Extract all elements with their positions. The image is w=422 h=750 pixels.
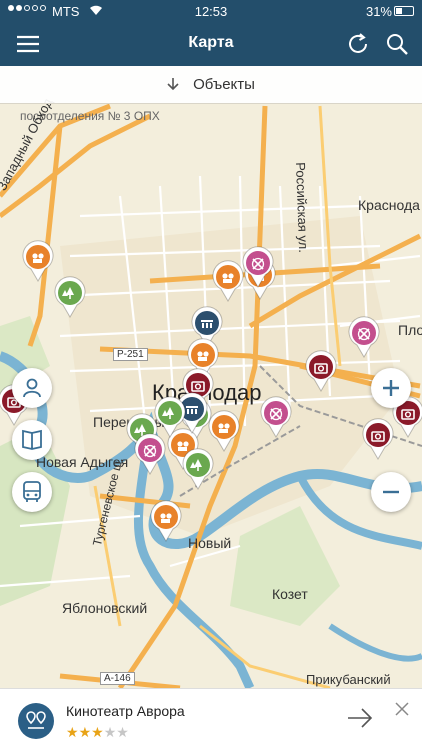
battery-icon (394, 6, 414, 16)
search-icon (387, 34, 408, 55)
map-label-novy: Новый (188, 535, 232, 551)
minus-icon (383, 490, 399, 494)
arrow-right-icon (348, 708, 373, 728)
map-pin-cinema[interactable] (207, 410, 241, 452)
map-pin-cinema[interactable] (21, 240, 55, 282)
place-logo-icon (18, 703, 54, 739)
person-icon (23, 378, 41, 398)
person-filter-button[interactable] (12, 368, 52, 408)
down-arrow-icon (167, 78, 179, 91)
book-icon (22, 429, 42, 450)
rating-star: ★ (66, 724, 79, 740)
map-pin-park[interactable] (181, 448, 215, 490)
battery-percent: 31% (365, 4, 392, 19)
place-name: Кинотеатр Аврора (66, 703, 185, 719)
search-button[interactable] (381, 28, 413, 60)
transport-filter-button[interactable] (12, 472, 52, 512)
map-pin-theater[interactable] (133, 433, 167, 475)
map-pin-park[interactable] (153, 396, 187, 438)
close-icon (395, 702, 409, 716)
map-pin-museum[interactable] (304, 350, 338, 392)
map-label-plo: Пло (398, 322, 422, 338)
map-label-prikubansky: Прикубанский (306, 672, 391, 687)
close-card-button[interactable] (394, 701, 410, 722)
map-pin-cinema[interactable] (211, 260, 245, 302)
map-label-kozet: Козет (272, 586, 308, 602)
map-pin-theater[interactable] (241, 246, 275, 288)
rating-star: ★ (91, 724, 104, 740)
map-label-yablonovsky: Яблоновский (62, 600, 148, 616)
map-label-a146: А-146 (100, 672, 135, 685)
map-view[interactable]: посоотделения № 3 ОПХ Западный Обход Рос… (0, 66, 422, 688)
refresh-button[interactable] (342, 28, 374, 60)
open-place-button[interactable] (346, 707, 374, 734)
rating-stars: ★★★★★ (66, 724, 129, 741)
zoom-out-button[interactable] (371, 472, 411, 512)
clock: 12:53 (194, 4, 228, 19)
bus-icon (23, 481, 41, 502)
objects-filter-label: Объекты (193, 76, 255, 93)
book-filter-button[interactable] (12, 420, 52, 460)
rating-star: ★ (116, 724, 129, 740)
map-pin-museum[interactable] (361, 418, 395, 460)
map-pin-theater[interactable] (259, 396, 293, 438)
map-pin-park[interactable] (53, 276, 87, 318)
app-bar: Карта (0, 22, 422, 66)
map-pin-cinema[interactable] (149, 500, 183, 542)
plus-icon (383, 380, 399, 396)
zoom-in-button[interactable] (371, 368, 411, 408)
map-pin-theater[interactable] (347, 316, 381, 358)
map-label-krasnodar-east: Краснода (358, 197, 420, 213)
rating-star: ★ (78, 724, 92, 740)
map-label-rossiyskaya: Российская ул. (293, 162, 312, 254)
refresh-icon (349, 33, 367, 53)
place-card[interactable]: Кинотеатр Аврора ★★★★★ (0, 688, 422, 750)
objects-filter-bar[interactable]: Объекты (0, 66, 422, 104)
map-label-p251: Р-251 (113, 348, 148, 361)
rating-star: ★ (103, 724, 117, 740)
status-bar: MTS 12:53 31% (0, 0, 422, 22)
